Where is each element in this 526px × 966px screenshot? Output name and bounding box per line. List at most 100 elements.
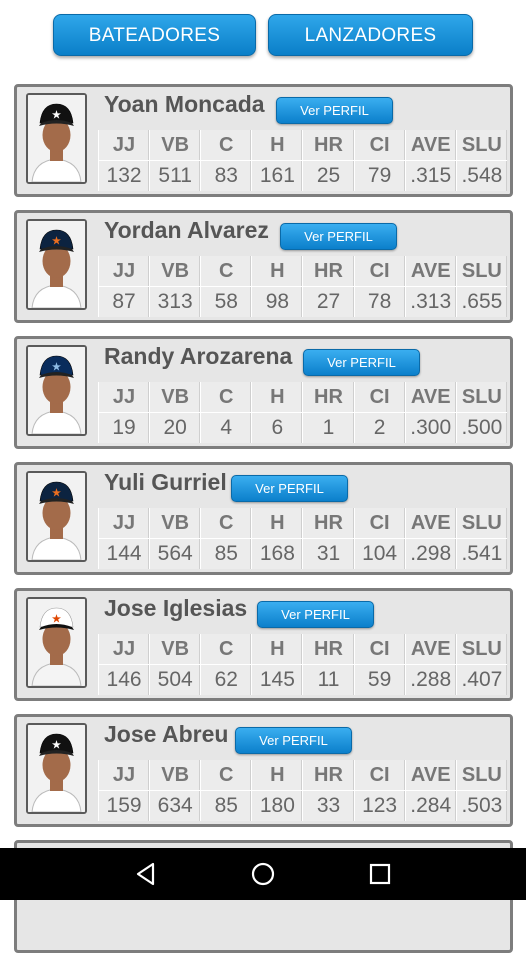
stat-header: C <box>200 256 252 287</box>
stats-table: JJ VB C H HR CI AVE SLU 144 564 85 168 31 104.298.541 <box>97 508 507 569</box>
stat-header: JJ <box>97 760 150 791</box>
stat-header: CI <box>353 634 406 665</box>
stat-header: C <box>200 382 252 413</box>
player-photo: ★ <box>26 723 87 814</box>
tab-bateadores[interactable]: BATEADORES <box>53 14 256 56</box>
player-name: Yordan Alvarez <box>104 217 269 243</box>
player-card[interactable]: ★ Yuli Gurriel Ver PERFIL JJ VB C H HR CI AVE SLU… <box>14 462 513 575</box>
stat-value: 59 <box>353 664 406 695</box>
ver-perfil-button[interactable]: Ver PERFIL <box>257 601 374 628</box>
stat-header: AVE <box>404 130 457 161</box>
stat-value: 144 <box>97 538 150 569</box>
stat-header: H <box>251 130 303 161</box>
back-icon[interactable] <box>133 861 159 887</box>
stat-value: .284 <box>404 790 457 821</box>
stats-table: JJ VB C H HR CI AVE SLU 132 511 83 161 25 79.315.548 <box>97 130 507 191</box>
stat-value: 504 <box>149 664 201 695</box>
stat-header: VB <box>149 760 201 791</box>
stat-value: 98 <box>251 286 303 317</box>
stat-header: HR <box>302 508 355 539</box>
stat-header: HR <box>302 382 355 413</box>
stat-value: 161 <box>251 160 303 191</box>
stat-value: 87 <box>97 286 150 317</box>
ver-perfil-button[interactable]: Ver PERFIL <box>231 475 348 502</box>
stat-value: 31 <box>302 538 355 569</box>
player-card[interactable]: ★ Jose Abreu Ver PERFIL JJ VB C H HR CI AVE SLU 15… <box>14 714 513 827</box>
home-icon[interactable] <box>250 861 276 887</box>
stats-table: JJ VB C H HR CI AVE SLU 146 504 62 145 11 59.288.407 <box>97 634 507 695</box>
stat-header: JJ <box>97 256 150 287</box>
player-card[interactable]: ★ Jose Iglesias Ver PERFIL JJ VB C H HR CI AVE SL… <box>14 588 513 701</box>
stat-header: SLU <box>455 382 507 413</box>
player-name: Randy Arozarena <box>104 343 293 369</box>
rays-cap-icon: ★ <box>28 347 85 434</box>
stat-value: 58 <box>200 286 252 317</box>
stat-value: 145 <box>251 664 303 695</box>
tab-bar: BATEADORES LANZADORES <box>0 0 526 80</box>
stat-header: JJ <box>97 508 150 539</box>
stat-value: 78 <box>353 286 406 317</box>
stat-header: SLU <box>455 634 507 665</box>
svg-text:★: ★ <box>52 614 61 625</box>
stat-header: HR <box>302 130 355 161</box>
stat-value: .541 <box>455 538 507 569</box>
stat-value: 85 <box>200 790 252 821</box>
svg-text:★: ★ <box>52 488 61 499</box>
svg-text:★: ★ <box>52 740 61 751</box>
stat-header: VB <box>149 382 201 413</box>
recent-apps-icon[interactable] <box>367 861 393 887</box>
player-name: Jose Abreu <box>104 721 229 747</box>
stat-header: SLU <box>455 256 507 287</box>
stat-header: CI <box>353 130 406 161</box>
stat-value: 4 <box>200 412 252 443</box>
stat-value: .548 <box>455 160 507 191</box>
stat-value: 2 <box>353 412 406 443</box>
stat-value: 180 <box>251 790 303 821</box>
player-photo: ★ <box>26 219 87 310</box>
stat-header: VB <box>149 130 201 161</box>
stat-value: 313 <box>149 286 201 317</box>
stat-header: SLU <box>455 130 507 161</box>
stat-header: JJ <box>97 382 150 413</box>
player-name: Jose Iglesias <box>104 595 248 621</box>
player-photo: ★ <box>26 345 87 436</box>
ver-perfil-button[interactable]: Ver PERFIL <box>303 349 420 376</box>
stat-value: 79 <box>353 160 406 191</box>
stat-header: VB <box>149 256 201 287</box>
player-photo: ★ <box>26 471 87 562</box>
stat-header: AVE <box>404 508 457 539</box>
stat-value: 62 <box>200 664 252 695</box>
ver-perfil-button[interactable]: Ver PERFIL <box>276 97 393 124</box>
orioles-cap-icon: ★ <box>28 599 85 686</box>
stat-header: VB <box>149 508 201 539</box>
stat-header: AVE <box>404 634 457 665</box>
stat-header: HR <box>302 256 355 287</box>
stat-value: .500 <box>455 412 507 443</box>
stat-value: .300 <box>404 412 457 443</box>
svg-text:★: ★ <box>52 110 61 121</box>
stat-value: 634 <box>149 790 201 821</box>
player-card[interactable]: ★ Yoan Moncada Ver PERFIL JJ VB C H HR CI AVE SLU… <box>14 84 513 197</box>
ver-perfil-button[interactable]: Ver PERFIL <box>235 727 352 754</box>
ver-perfil-button[interactable]: Ver PERFIL <box>280 223 397 250</box>
stat-header: C <box>200 760 252 791</box>
stat-value: 27 <box>302 286 355 317</box>
stat-header: CI <box>353 256 406 287</box>
stats-table: JJ VB C H HR CI AVE SLU 159 634 85 180 33 123.284.503 <box>97 760 507 821</box>
svg-text:★: ★ <box>52 362 61 373</box>
tab-lanzadores[interactable]: LANZADORES <box>268 14 473 56</box>
white-sox-cap-icon: ★ <box>28 95 85 182</box>
white-sox-cap-icon: ★ <box>28 725 85 812</box>
stat-header: H <box>251 382 303 413</box>
player-name: Yuli Gurriel <box>104 469 227 495</box>
player-list: ★ Yoan Moncada Ver PERFIL JJ VB C H HR CI AVE SLU… <box>14 84 513 966</box>
stat-header: VB <box>149 634 201 665</box>
player-card[interactable]: ★ Randy Arozarena Ver PERFIL JJ VB C H HR CI AVE… <box>14 336 513 449</box>
stat-value: 168 <box>251 538 303 569</box>
stat-value: 1 <box>302 412 355 443</box>
stat-value: .288 <box>404 664 457 695</box>
astros-cap-icon: ★ <box>28 473 85 560</box>
player-card[interactable]: ★ Yordan Alvarez Ver PERFIL JJ VB C H HR CI AVE S… <box>14 210 513 323</box>
stat-value: 104 <box>353 538 406 569</box>
android-nav-bar <box>0 848 526 900</box>
